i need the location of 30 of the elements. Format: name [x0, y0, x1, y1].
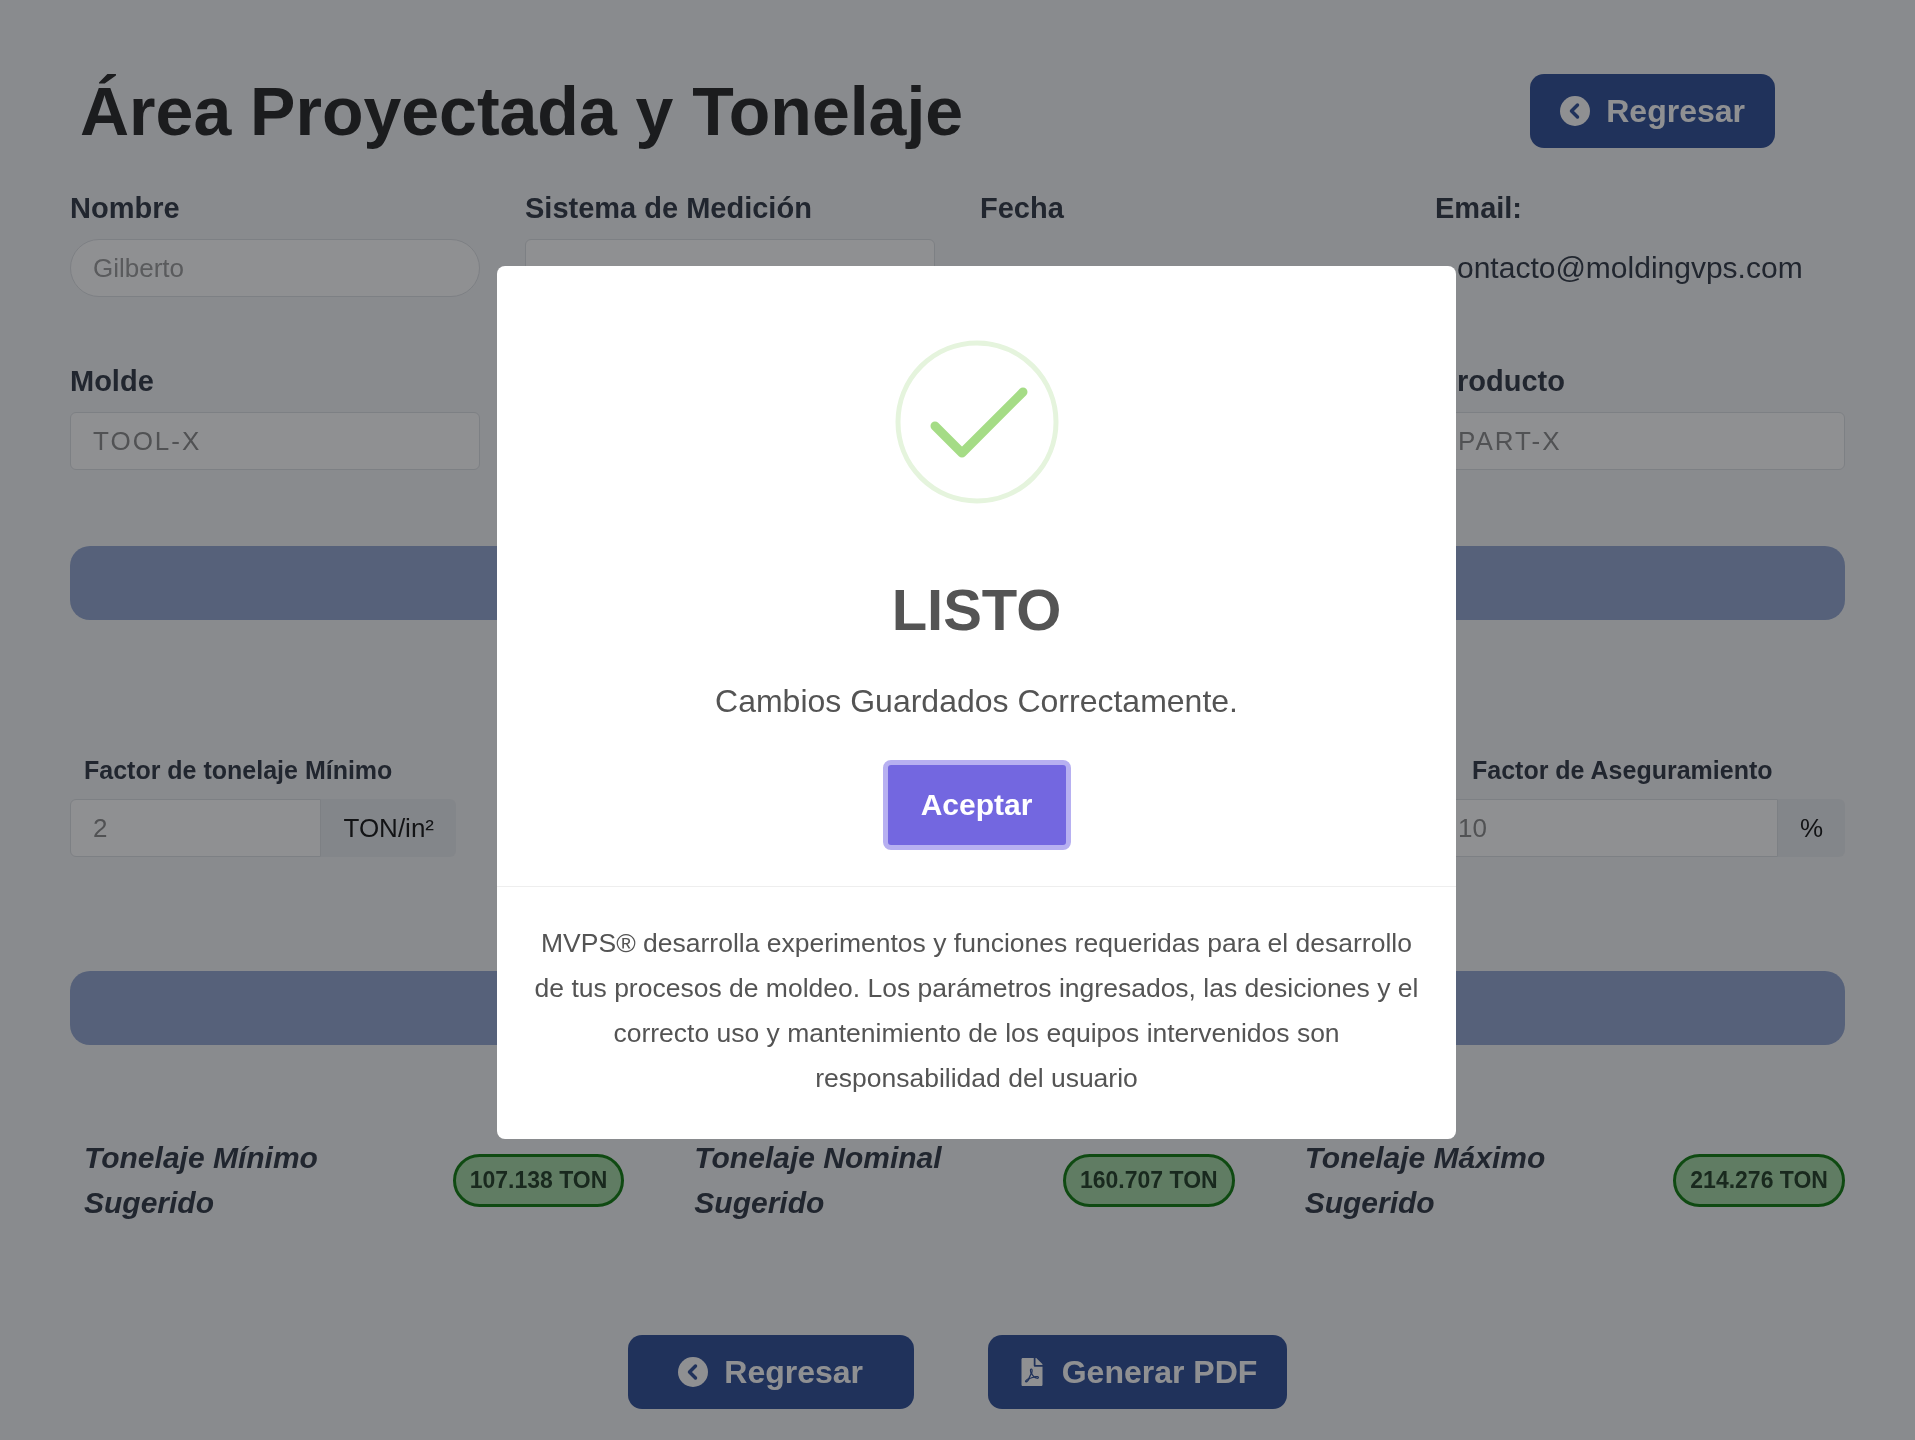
pdf-button[interactable]: Generar PDF: [987, 1335, 1288, 1409]
text-field[interactable]: TOOL-X: [70, 412, 480, 470]
field-label: Molde: [70, 365, 155, 398]
factor-label: Factor de Aseguramiento: [1471, 756, 1774, 785]
field-label: Fecha: [980, 192, 1065, 225]
unit-label: TON/in²: [321, 799, 456, 857]
dialog-title: LISTO: [891, 576, 1062, 643]
factor-field[interactable]: 2: [70, 799, 322, 857]
unit-label: %: [1777, 799, 1845, 857]
result-label: Tonelaje Nominal Sugerido: [694, 1140, 943, 1221]
back-icon: [1560, 96, 1591, 126]
tonnage-badge: 214.276 TON: [1673, 1153, 1845, 1207]
field-label: Sistema de Medición: [525, 192, 813, 225]
result-label: Tonelaje Máximo Sugerido: [1304, 1140, 1547, 1221]
tonnage-badge: 160.707 TON: [1063, 1153, 1235, 1207]
field-label: roducto: [1456, 365, 1566, 398]
accept-button[interactable]: Aceptar: [882, 760, 1071, 850]
back-icon: [678, 1357, 709, 1387]
field-label: Email:: [1435, 192, 1524, 225]
back-button[interactable]: Regresar: [1530, 74, 1775, 148]
factor-label: Factor de tonelaje Mínimo: [83, 756, 394, 785]
dialog-message: Cambios Guardados Correctamente.: [715, 683, 1238, 720]
result-label: Tonelaje Mínimo Sugerido: [84, 1140, 319, 1221]
back-button[interactable]: Regresar: [627, 1335, 914, 1409]
disclaimer-text: MVPS® desarrolla experimentos y funciones requeridas para el desarrollo de tus procesos de moldeo. Los parámetros ingresados, las desiciones y el correcto uso y mantenimiento de los equipos intervenidos son responsabilidad del usuario: [497, 886, 1456, 1139]
success-check-icon: [894, 340, 1059, 504]
field-value: ontacto@moldingvps.com: [1456, 250, 1804, 286]
page-title: Área Proyectada y Tonelaje: [80, 72, 964, 150]
field-label: Nombre: [70, 192, 181, 225]
tonnage-badge: 107.138 TON: [452, 1153, 625, 1207]
